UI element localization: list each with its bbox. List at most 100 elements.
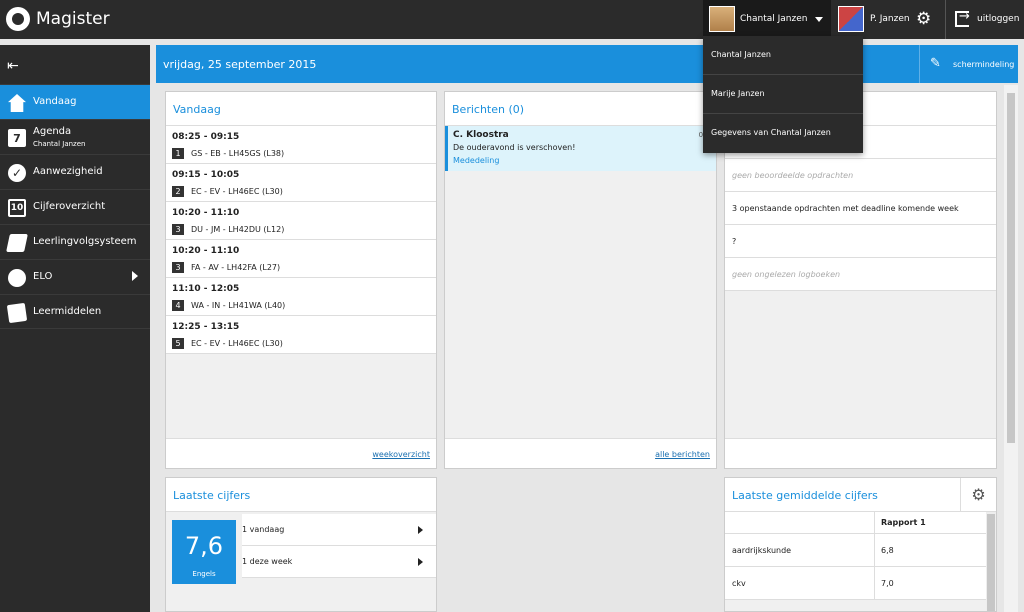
parent-account[interactable]: P. Janzen ⚙ [832, 0, 944, 39]
parent-name: P. Janzen [870, 14, 910, 24]
panel-header: Berichten (0) [445, 92, 716, 126]
sidebar-item-label: Cijferoverzicht [33, 201, 106, 212]
table-row[interactable]: ckv 7,0 [725, 567, 987, 600]
week-overview-link[interactable]: weekoverzicht [372, 450, 430, 459]
page-scrollbar[interactable] [1004, 85, 1018, 612]
menu-item-label: Gegevens van Chantal Janzen [711, 128, 831, 137]
chevron-right-icon [132, 271, 138, 281]
lesson-hour-badge: 5 [172, 338, 184, 349]
lesson-description: DU - JM - LH42DU (L12) [191, 225, 285, 234]
grades-icon: 10 [8, 199, 26, 217]
magister-logo-icon[interactable] [6, 7, 30, 31]
subject-cell: ckv [732, 579, 746, 588]
lesson-row[interactable]: 11:10 - 12:05 4 WA - IN - LH41WA (L40) [166, 278, 436, 316]
sidebar-collapse-icon[interactable]: ⇤ [7, 58, 19, 74]
logout-icon [955, 9, 970, 27]
latest-grades-panel: Laatste cijfers 7,6 Engels 1 vandaag 1 d… [165, 477, 437, 612]
task-row[interactable]: 3 openstaande opdrachten met deadline ko… [725, 192, 996, 225]
sidebar-item-leermiddelen[interactable]: Leermiddelen [0, 294, 150, 329]
grade-summary-row[interactable]: 1 vandaag [242, 514, 436, 546]
sidebar-item-elo[interactable]: ELO [0, 259, 150, 294]
lesson-row[interactable]: 09:15 - 10:05 2 EC - EV - LH46EC (L30) [166, 164, 436, 202]
panel-footer: weekoverzicht [166, 438, 436, 468]
grade-summary-label: 1 vandaag [242, 525, 285, 534]
panel-header: Vandaag [166, 92, 436, 126]
messages-panel: Berichten (0) C. Kloostra 05- De ouderav… [444, 91, 717, 469]
sidebar-item-leerlingvolgsysteem[interactable]: Leerlingvolgsysteem [0, 224, 150, 259]
task-row[interactable]: geen ongelezen logboeken [725, 258, 996, 291]
logout-button[interactable]: uitloggen [945, 0, 1024, 39]
grade-value: 7,6 [184, 532, 224, 560]
scrollbar-thumb[interactable] [1007, 93, 1015, 443]
column-divider [874, 512, 875, 533]
sidebar-item-label: Agenda [33, 126, 72, 137]
lesson-row[interactable]: 08:25 - 09:15 1 GS - EB - LH45GS (L38) [166, 126, 436, 164]
sidebar-item-cijferoverzicht[interactable]: 10 Cijferoverzicht [0, 189, 150, 224]
settings-gear-icon[interactable]: ⚙ [916, 11, 931, 28]
task-row[interactable]: geen beoordeelde opdrachten [725, 159, 996, 192]
date-header: vrijdag, 25 september 2015 ✎ schermindel… [156, 45, 1018, 83]
grade-tile[interactable]: 7,6 Engels [172, 520, 236, 584]
grade-cell: 7,0 [881, 579, 894, 588]
sidebar-item-vandaag[interactable]: Vandaag [0, 84, 150, 119]
menu-item-label: Chantal Janzen [711, 50, 771, 59]
table-row[interactable]: aardrijkskunde 6,8 [725, 534, 987, 567]
app-title: Magister [36, 9, 110, 29]
lesson-time: 10:20 - 11:10 [172, 246, 240, 256]
menu-item-student[interactable]: Marije Janzen [703, 75, 863, 114]
menu-item-student[interactable]: Chantal Janzen [703, 36, 863, 75]
sidebar-item-label: Vandaag [33, 96, 77, 107]
task-text: ? [732, 237, 737, 246]
panel-scrollbar[interactable] [986, 512, 996, 611]
grade-subject: Engels [192, 570, 216, 578]
all-messages-link[interactable]: alle berichten [655, 450, 710, 459]
chevron-right-icon [418, 526, 423, 534]
lesson-description: FA - AV - LH42FA (L27) [191, 263, 281, 272]
grade-summary-label: 1 deze week [242, 557, 293, 566]
sidebar-item-label: Leerlingvolgsysteem [33, 236, 137, 247]
task-row[interactable]: ? [725, 225, 996, 258]
menu-item-details[interactable]: Gegevens van Chantal Janzen [703, 114, 863, 153]
lesson-description: EC - EV - LH46EC (L30) [191, 187, 283, 196]
sidebar-item-label: Aanwezigheid [33, 166, 103, 177]
sidebar-item-aanwezigheid[interactable]: ✓ Aanwezigheid [0, 154, 150, 189]
top-bar: Magister Chantal Janzen P. Janzen ⚙ uitl… [0, 0, 1024, 39]
task-text: geen beoordeelde opdrachten [732, 171, 854, 180]
settings-gear-icon[interactable]: ⚙ [960, 478, 996, 512]
lesson-time: 11:10 - 12:05 [172, 284, 240, 294]
grade-summary-row[interactable]: 1 deze week [242, 546, 436, 578]
lesson-description: EC - EV - LH46EC (L30) [191, 339, 283, 348]
panel-header: Laatste cijfers [166, 478, 436, 512]
layout-label: schermindeling [953, 60, 1015, 69]
current-date: vrijdag, 25 september 2015 [163, 58, 317, 71]
column-divider [874, 534, 875, 566]
user-dropdown-menu: Chantal Janzen Marije Janzen Gegevens va… [703, 36, 863, 153]
column-divider [874, 567, 875, 599]
check-icon: ✓ [8, 164, 26, 182]
panel-title: Laatste gemiddelde cijfers [732, 489, 878, 502]
task-text: geen ongelezen logboeken [732, 270, 841, 279]
today-panel: Vandaag 08:25 - 09:15 1 GS - EB - LH45GS… [165, 91, 437, 469]
lesson-hour-badge: 1 [172, 148, 184, 159]
panel-header: Laatste gemiddelde cijfers ⚙ [725, 478, 996, 512]
grade-cell: 6,8 [881, 546, 894, 555]
lesson-row[interactable]: 12:25 - 13:15 5 EC - EV - LH46EC (L30) [166, 316, 436, 354]
chevron-right-icon [418, 558, 423, 566]
parent-avatar [838, 6, 864, 32]
student-switcher[interactable]: Chantal Janzen [703, 0, 831, 39]
scrollbar-thumb[interactable] [987, 514, 995, 611]
lesson-row[interactable]: 10:20 - 11:10 3 FA - AV - LH42FA (L27) [166, 240, 436, 278]
panel-title: Laatste cijfers [173, 489, 251, 502]
sidebar-item-sublabel: Chantal Janzen [33, 140, 86, 148]
student-avatar [709, 6, 735, 32]
layout-button[interactable]: ✎ schermindeling [919, 45, 1018, 83]
menu-item-label: Marije Janzen [711, 89, 765, 98]
lesson-hour-badge: 3 [172, 224, 184, 235]
sidebar-item-label: Leermiddelen [33, 306, 102, 317]
message-item[interactable]: C. Kloostra 05- De ouderavond is verscho… [445, 126, 716, 171]
notebook-icon [6, 234, 28, 252]
lesson-hour-badge: 2 [172, 186, 184, 197]
lesson-row[interactable]: 10:20 - 11:10 3 DU - JM - LH42DU (L12) [166, 202, 436, 240]
pencil-icon: ✎ [930, 56, 941, 71]
sidebar-item-agenda[interactable]: 7 Agenda Chantal Janzen [0, 119, 150, 154]
